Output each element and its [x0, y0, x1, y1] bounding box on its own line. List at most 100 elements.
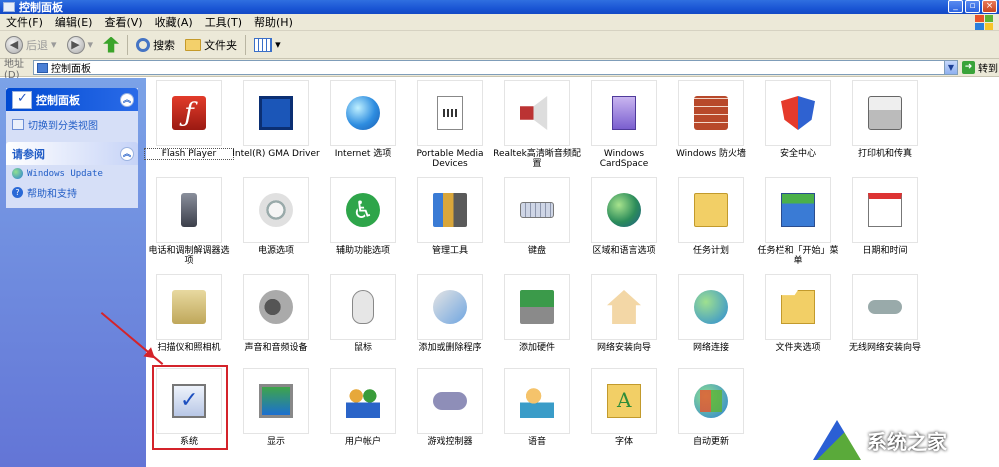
minimize-button[interactable]: _: [948, 0, 963, 13]
folders-button[interactable]: 文件夹: [180, 33, 242, 57]
toolbar-separator: [245, 34, 247, 55]
item-display[interactable]: 显示: [236, 368, 316, 447]
panel-header[interactable]: 控制面板 ︽: [6, 88, 138, 111]
item-phone-modem[interactable]: 电话和调制解调器选项: [148, 177, 230, 266]
search-label: 搜索: [153, 38, 176, 52]
item-scheduled-tasks[interactable]: 任务计划: [671, 177, 751, 256]
security-center-icon: [781, 96, 815, 130]
item-region-language[interactable]: 区域和语言选项: [584, 177, 664, 256]
address-label: 地址(D): [4, 58, 24, 81]
item-flash-player[interactable]: ƒ Flash Player: [144, 80, 234, 160]
search-icon: [136, 37, 151, 52]
menu-help[interactable]: 帮助(H): [248, 14, 299, 30]
item-game-controllers[interactable]: 游戏控制器: [410, 368, 490, 447]
item-network-connections[interactable]: 网络连接: [671, 274, 751, 353]
item-label: 安全中心: [779, 149, 816, 159]
item-add-hardware[interactable]: 添加硬件: [497, 274, 577, 353]
help-support-link[interactable]: ? 帮助和支持: [6, 182, 138, 208]
item-folder-options[interactable]: 文件夹选项: [758, 274, 838, 353]
control-panel-icon: [12, 90, 32, 109]
maximize-button[interactable]: ▫: [965, 0, 980, 13]
item-realtek-audio[interactable]: Realtek高清晰音频配置: [493, 80, 581, 169]
menu-file[interactable]: 文件(F): [0, 14, 49, 30]
item-label: 日期和时间: [862, 246, 908, 256]
item-portable-media[interactable]: Portable Media Devices: [410, 80, 490, 169]
close-button[interactable]: ×: [982, 0, 997, 13]
add-remove-programs-icon: [433, 290, 467, 324]
mouse-icon: [352, 290, 374, 324]
icon-view: ƒ Flash Player Intel(R) GMA Driver Intern…: [144, 78, 999, 467]
item-intel-gma[interactable]: Intel(R) GMA Driver: [232, 80, 320, 159]
menu-tools[interactable]: 工具(T): [199, 14, 248, 30]
item-label: 添加或删除程序: [418, 343, 482, 353]
cardspace-icon: [612, 96, 636, 130]
search-button[interactable]: 搜索: [131, 33, 180, 57]
panel-header[interactable]: 请参阅 ︽: [6, 142, 138, 165]
item-label: Windows 防火墙: [675, 149, 747, 159]
item-fonts[interactable]: 字体: [584, 368, 664, 447]
power-options-icon: [259, 193, 293, 227]
menu-view[interactable]: 查看(V): [98, 14, 148, 30]
windows-logo-icon: [975, 15, 993, 30]
item-automatic-updates[interactable]: 自动更新: [671, 368, 751, 447]
game-controllers-icon: [433, 392, 467, 410]
add-hardware-icon: [520, 290, 554, 324]
folder-options-icon: [781, 290, 815, 324]
item-sound-audio[interactable]: 声音和音频设备: [236, 274, 316, 353]
item-network-setup[interactable]: 网络安装向导: [584, 274, 664, 353]
link-label: Windows Update: [27, 168, 103, 179]
item-label: 任务计划: [692, 246, 729, 256]
control-panel-icon: [37, 62, 48, 73]
item-label: 自动更新: [692, 437, 729, 447]
control-panel-panel: 控制面板 ︽ 切换到分类视图: [6, 88, 138, 142]
item-mouse[interactable]: 鼠标: [323, 274, 403, 353]
windows-update-link[interactable]: Windows Update: [6, 165, 138, 182]
item-add-remove-programs[interactable]: 添加或删除程序: [410, 274, 490, 353]
help-icon: ?: [12, 187, 23, 198]
item-cardspace[interactable]: Windows CardSpace: [584, 80, 664, 169]
up-folder-icon: [103, 36, 120, 53]
item-speech[interactable]: 语音: [497, 368, 577, 447]
item-security-center[interactable]: 安全中心: [758, 80, 838, 159]
printer-icon: [868, 96, 902, 130]
forward-button[interactable]: ▶ ▾: [62, 33, 99, 57]
phone-modem-icon: [181, 193, 197, 227]
address-value: 控制面板: [51, 64, 91, 75]
item-label: 添加硬件: [518, 343, 555, 353]
flash-player-icon: ƒ: [172, 96, 206, 130]
address-dropdown-button[interactable]: ▼: [944, 61, 957, 74]
go-button[interactable]: ➜ 转到: [962, 60, 998, 75]
views-button[interactable]: ▾: [249, 33, 286, 57]
switch-category-view-link[interactable]: 切换到分类视图: [6, 111, 138, 142]
item-firewall[interactable]: Windows 防火墙: [671, 80, 751, 159]
item-label: Realtek高清晰音频配置: [493, 149, 581, 169]
item-power-options[interactable]: 电源选项: [236, 177, 316, 256]
collapse-icon[interactable]: ︽: [120, 92, 134, 107]
admin-tools-icon: [433, 193, 467, 227]
wireless-setup-icon: [868, 300, 902, 314]
item-accessibility[interactable]: ♿ 辅助功能选项: [323, 177, 403, 256]
address-input[interactable]: 控制面板 ▼: [33, 60, 958, 75]
menu-edit[interactable]: 编辑(E): [49, 14, 99, 30]
up-button[interactable]: [98, 33, 124, 57]
item-wireless-setup[interactable]: 无线网络安装向导: [845, 274, 925, 353]
item-printers-faxes[interactable]: 打印机和传真: [845, 80, 925, 159]
back-button[interactable]: ◀ 后退 ▾: [0, 33, 62, 57]
automatic-updates-icon: [694, 384, 728, 418]
user-accounts-icon: [346, 384, 380, 418]
item-internet-options[interactable]: Internet 选项: [323, 80, 403, 159]
menu-favorites[interactable]: 收藏(A): [149, 14, 199, 30]
item-user-accounts[interactable]: 用户帐户: [323, 368, 403, 447]
intel-gma-icon: [259, 96, 293, 130]
watermark-logo-icon: [813, 420, 861, 460]
item-keyboard[interactable]: 键盘: [497, 177, 577, 256]
realtek-audio-icon: [520, 96, 548, 130]
collapse-icon[interactable]: ︽: [120, 146, 134, 161]
category-view-icon: [12, 119, 24, 130]
item-scanner-camera[interactable]: 扫描仪和照相机: [149, 274, 229, 353]
item-date-time[interactable]: 日期和时间: [845, 177, 925, 256]
item-admin-tools[interactable]: 管理工具: [410, 177, 490, 256]
item-label: Portable Media Devices: [416, 149, 484, 169]
go-label: 转到: [978, 64, 998, 75]
item-taskbar-start[interactable]: 任务栏和「开始」菜单: [757, 177, 839, 266]
